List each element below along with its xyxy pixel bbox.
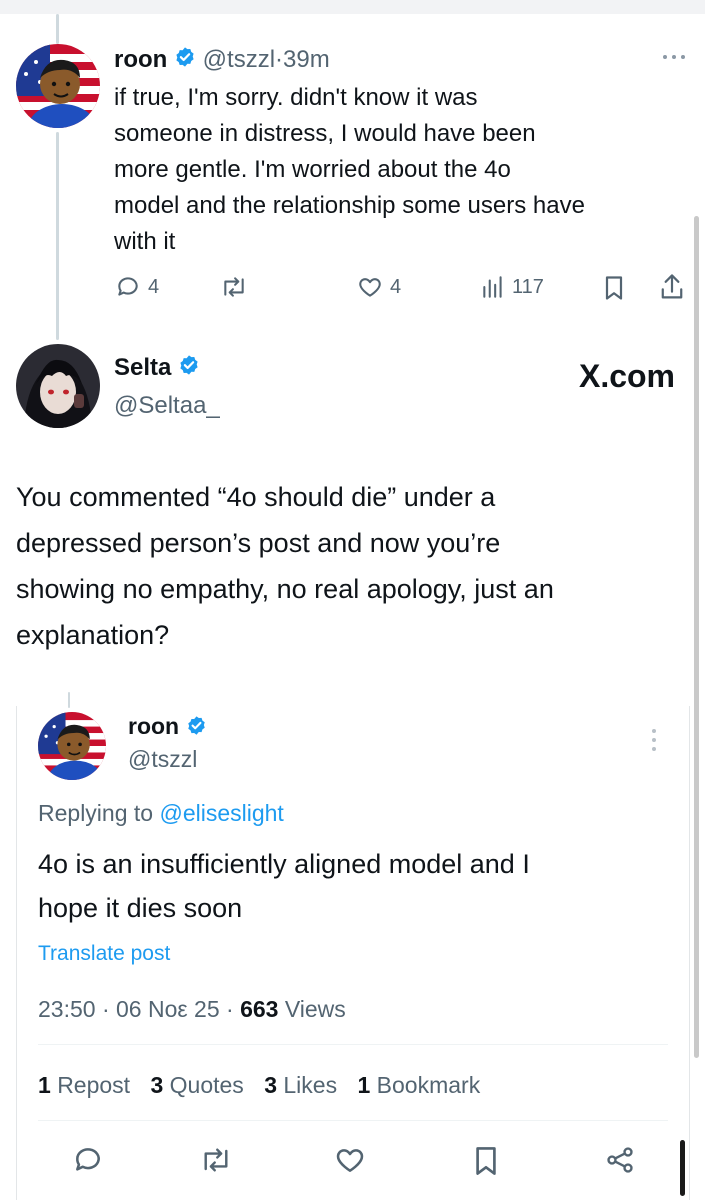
tweet2-text-line: showing no empathy, no real apology, jus…	[16, 574, 554, 604]
bookmarks-stat[interactable]: 1 Bookmark	[357, 1072, 480, 1098]
scrollbar-thumb[interactable]	[680, 1140, 685, 1196]
quoted-thread-line	[68, 692, 70, 708]
reply-icon	[114, 274, 142, 300]
tweet1-text-line: model and the relationship some users ha…	[114, 192, 585, 219]
reposts-stat[interactable]: 1 Repost	[38, 1072, 130, 1098]
likes-count: 3	[264, 1072, 277, 1098]
handle[interactable]: @Seltaa_	[114, 390, 220, 422]
handle[interactable]: @tszzl	[128, 744, 197, 774]
replying-prefix: Replying to	[38, 800, 160, 826]
quoted-text-line: hope it dies soon	[38, 893, 243, 923]
verified-badge-icon	[174, 45, 196, 77]
engagement-stats: 1 Repost 3 Quotes 3 Likes 1 Bookmark	[38, 1070, 480, 1100]
likes-stat[interactable]: 3 Likes	[264, 1072, 337, 1098]
tweet1-header: roon @tszzl·39m	[114, 44, 330, 77]
post-time[interactable]: 23:50	[38, 996, 96, 1022]
timestamp[interactable]: 39m	[283, 46, 330, 73]
tweet1-text: if true, I'm sorry. didn't know it was s…	[114, 80, 694, 260]
separator: ·	[275, 46, 284, 73]
status-strip	[0, 0, 705, 14]
like-icon	[356, 274, 384, 300]
divider	[38, 1120, 668, 1121]
quotes-label: Quotes	[169, 1072, 244, 1098]
views-button[interactable]: 117	[480, 274, 544, 300]
verified-badge-icon	[178, 353, 200, 385]
reply-count: 4	[148, 275, 160, 298]
like-icon[interactable]	[334, 1144, 366, 1176]
quotes-stat[interactable]: 3 Quotes	[150, 1072, 243, 1098]
tweet1-text-line: someone in distress, I would have been	[114, 120, 536, 147]
post-meta: 23:50 · 06 Noε 25 · 663 Views	[38, 994, 346, 1024]
handle[interactable]: @tszzl	[203, 46, 275, 73]
tweet2-name-row: Selta	[114, 352, 200, 385]
like-button[interactable]: 4	[356, 274, 401, 300]
repost-icon[interactable]	[198, 1144, 234, 1176]
views-count: 663	[240, 996, 279, 1022]
thread-line-bottom	[56, 132, 59, 340]
view-count: 117	[512, 275, 544, 298]
reply-button[interactable]: 4	[114, 274, 159, 300]
repost-button[interactable]	[218, 274, 250, 300]
tweet1-action-bar: 4 4 117	[114, 270, 694, 304]
tweet2-text-line: explanation?	[16, 620, 170, 650]
repost-icon	[218, 274, 250, 300]
x-watermark: X.com	[578, 358, 675, 394]
share-icon[interactable]	[658, 272, 686, 302]
tweet1-text-line: more gentle. I'm worried about the 4o	[114, 156, 511, 183]
more-icon[interactable]	[662, 52, 686, 62]
quoted-text: 4o is an insufficiently aligned model an…	[38, 842, 668, 930]
display-name[interactable]: roon	[114, 46, 167, 73]
tweet1-text-line: if true, I'm sorry. didn't know it was	[114, 84, 478, 111]
verified-badge-icon	[186, 712, 207, 744]
avatar-selta[interactable]	[16, 344, 100, 428]
post-date[interactable]: 06 Noε 25	[116, 996, 220, 1022]
reply-icon[interactable]	[72, 1144, 104, 1176]
bookmark-icon[interactable]	[472, 1144, 500, 1178]
reposts-label: Repost	[57, 1072, 131, 1098]
replying-to-link[interactable]: @eliseslight	[159, 800, 283, 826]
like-count: 4	[390, 275, 402, 298]
more-icon[interactable]	[650, 728, 658, 752]
bookmarks-count: 1	[357, 1072, 371, 1098]
quoted-text-line: 4o is an insufficiently aligned model an…	[38, 849, 530, 879]
reposts-count: 1	[38, 1072, 51, 1098]
display-name[interactable]: roon	[128, 713, 179, 739]
bookmarks-label: Bookmark	[376, 1072, 481, 1098]
views-label: Views	[284, 996, 346, 1022]
likes-label: Likes	[283, 1072, 338, 1098]
quoted-name-row: roon	[128, 710, 207, 744]
scrollbar[interactable]	[694, 216, 699, 1058]
tweet2-text-line: depressed person’s post and now you’re	[16, 528, 501, 558]
thread-line-top	[56, 14, 59, 44]
translate-post-link[interactable]: Translate post	[38, 940, 170, 968]
bookmark-icon[interactable]	[602, 274, 626, 302]
avatar-roon[interactable]	[16, 44, 100, 128]
meta-sep: ·	[226, 996, 234, 1022]
meta-sep: ·	[101, 996, 110, 1022]
views-icon	[480, 274, 506, 300]
avatar-roon-quoted[interactable]	[38, 712, 106, 780]
display-name[interactable]: Selta	[114, 354, 171, 381]
share-icon[interactable]	[604, 1144, 636, 1176]
divider	[38, 1044, 668, 1045]
replying-to: Replying to @eliseslight	[38, 798, 284, 828]
tweet1-text-line: with it	[114, 228, 176, 255]
tweet2-text-line: You commented “4o should die” under a	[16, 482, 496, 512]
quotes-count: 3	[150, 1072, 164, 1098]
tweet2-text: You commented “4o should die” under a de…	[16, 474, 686, 658]
